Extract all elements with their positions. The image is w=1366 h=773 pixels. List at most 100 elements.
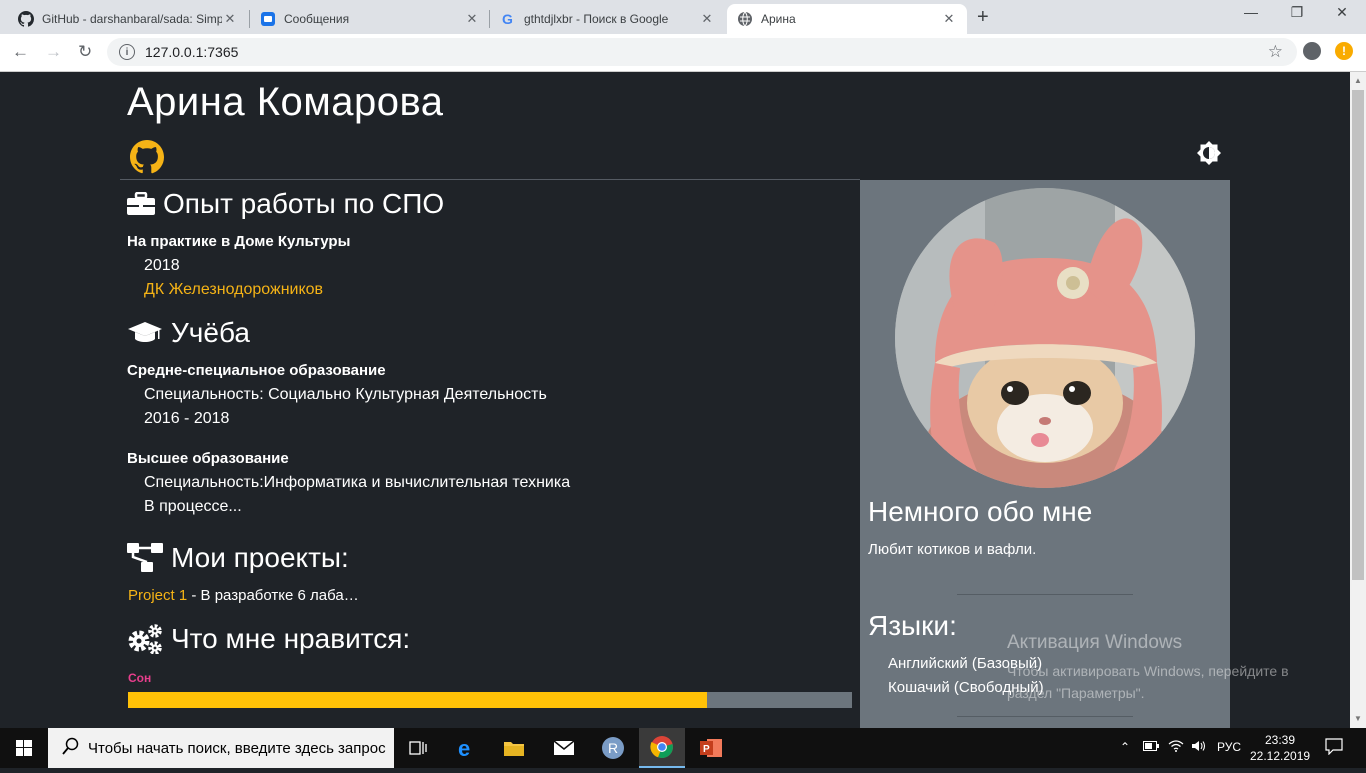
volume-icon[interactable]: [1191, 740, 1207, 755]
sidebar-divider: [957, 594, 1133, 595]
tab-title: GitHub - darshanbaral/sada: Simple: [42, 12, 222, 26]
close-icon[interactable]: ✕: [941, 11, 957, 27]
file-explorer-icon[interactable]: [491, 733, 537, 763]
skill-label: Сон: [128, 671, 152, 685]
battery-icon[interactable]: [1143, 740, 1159, 754]
education-item-heading: Высшее образование: [127, 450, 289, 467]
skill-progress-fill: [128, 692, 708, 708]
page-title: Арина Комарова: [127, 80, 444, 124]
maximize-button[interactable]: ❐: [1282, 4, 1312, 21]
window-close-button[interactable]: ✕: [1327, 4, 1357, 21]
info-icon[interactable]: i: [119, 44, 135, 60]
messages-icon: [260, 11, 276, 27]
education-title: Учёба: [171, 317, 250, 348]
svg-text:e: e: [458, 737, 470, 759]
wifi-icon[interactable]: [1168, 740, 1184, 755]
clock-time: 23:39: [1264, 733, 1296, 747]
show-hidden-icons-chevron-icon[interactable]: ⌃: [1120, 740, 1130, 754]
browser-tab-strip: GitHub - darshanbaral/sada: Simple ✕ Соо…: [0, 0, 1366, 34]
google-icon: G: [500, 11, 516, 27]
close-icon[interactable]: ✕: [222, 11, 238, 27]
about-text: Любит котиков и вафли.: [868, 541, 1037, 558]
reload-button[interactable]: ↻: [78, 42, 92, 62]
search-icon: [62, 737, 80, 759]
tab-title: gthtdjlxbr - Поиск в Google: [524, 12, 669, 26]
mail-icon[interactable]: [541, 733, 587, 763]
likes-title: Что мне нравится:: [171, 623, 411, 654]
update-alert-icon[interactable]: !: [1335, 42, 1353, 60]
bookmark-star-icon[interactable]: ☆: [1268, 42, 1283, 62]
education-item-period: В процессе...: [144, 498, 242, 515]
about-heading: Немного обо мне: [868, 496, 1093, 527]
likes-heading: Что мне нравится:: [127, 623, 410, 655]
new-tab-button[interactable]: +: [977, 6, 989, 29]
education-item-specialty: Специальность: Социально Культурная Деят…: [144, 386, 547, 403]
scroll-down-arrow-icon[interactable]: ▼: [1350, 714, 1366, 723]
forward-button[interactable]: →: [45, 42, 62, 62]
page-scrollbar[interactable]: ▲ ▼: [1350, 72, 1366, 728]
header-divider: [120, 179, 860, 180]
projects-title: Мои проекты:: [171, 542, 349, 573]
tab-title: Арина: [761, 12, 796, 26]
close-icon[interactable]: ✕: [464, 11, 480, 27]
url-text: 127.0.0.1:7365: [145, 44, 239, 60]
education-item-specialty: Специальность:Информатика и вычислительн…: [144, 474, 571, 491]
project-description: - В разработке 6 лаба…: [187, 587, 359, 604]
scrollbar-thumb[interactable]: [1352, 90, 1364, 580]
education-item-period: 2016 - 2018: [144, 410, 230, 427]
cogs-icon: [128, 624, 162, 654]
tab-github[interactable]: GitHub - darshanbaral/sada: Simple ✕: [8, 4, 248, 34]
experience-title: Опыт работы по СПО: [163, 188, 445, 219]
chrome-icon[interactable]: [639, 728, 685, 768]
github-icon: [18, 11, 34, 27]
experience-item-year: 2018: [144, 257, 180, 274]
scroll-up-arrow-icon[interactable]: ▲: [1350, 76, 1366, 85]
close-icon[interactable]: ✕: [699, 11, 715, 27]
projects-heading: Мои проекты:: [127, 542, 349, 574]
watermark-line: Чтобы активировать Windows, перейдите в: [1007, 663, 1289, 679]
globe-icon: [737, 11, 753, 27]
theme-toggle-icon[interactable]: [1196, 140, 1222, 166]
clock-date: 22.12.2019: [1250, 749, 1311, 763]
graduation-cap-icon: [128, 322, 162, 342]
minimize-button[interactable]: —: [1236, 4, 1266, 20]
search-placeholder: Чтобы начать поиск, введите здесь запрос: [88, 739, 386, 757]
experience-heading: Опыт работы по СПО: [127, 188, 444, 220]
education-heading: Учёба: [127, 317, 250, 349]
github-link-icon[interactable]: [130, 140, 165, 174]
svg-text:R: R: [608, 740, 618, 756]
notifications-icon[interactable]: [1325, 737, 1343, 758]
experience-item-place-link[interactable]: ДК Железнодорожников: [144, 281, 323, 299]
account-icon[interactable]: [1303, 42, 1321, 60]
system-clock[interactable]: 23:39 22.12.2019: [1250, 732, 1310, 764]
cat-photo: [895, 188, 1195, 488]
back-button[interactable]: ←: [12, 42, 29, 62]
briefcase-icon: [127, 192, 155, 215]
address-bar[interactable]: i 127.0.0.1:7365 ☆: [107, 38, 1297, 66]
avatar: [895, 188, 1195, 488]
windows-activation-watermark: Активация Windows Чтобы активировать Win…: [1007, 632, 1289, 704]
svg-text:G: G: [502, 11, 513, 27]
education-item-heading: Средне-специальное образование: [127, 362, 386, 379]
start-button[interactable]: [0, 728, 48, 768]
tab-title: Сообщения: [284, 12, 350, 26]
powerpoint-icon[interactable]: P: [688, 733, 734, 763]
svg-text:P: P: [703, 744, 710, 755]
tab-arina[interactable]: Арина ✕: [727, 4, 967, 34]
sitemap-icon: [127, 543, 163, 572]
sidebar-divider: [957, 716, 1133, 717]
tab-messages[interactable]: Сообщения ✕: [250, 4, 490, 34]
task-view-icon[interactable]: [395, 733, 441, 763]
r-app-icon[interactable]: R: [590, 733, 636, 763]
input-language-indicator[interactable]: РУС: [1217, 740, 1241, 754]
skill-progress-bar: [128, 692, 852, 708]
edge-browser-icon[interactable]: e: [444, 733, 490, 763]
project-link[interactable]: Project 1: [128, 587, 187, 604]
page-content: Арина Комарова Опыт работы по СПО На пра…: [0, 72, 1350, 728]
tab-google-search[interactable]: G gthtdjlxbr - Поиск в Google ✕: [490, 4, 725, 34]
taskbar-search-box[interactable]: Чтобы начать поиск, введите здесь запрос: [48, 728, 394, 768]
languages-heading: Языки:: [868, 610, 957, 641]
windows-logo-icon: [16, 740, 32, 756]
watermark-line: раздел "Параметры".: [1007, 685, 1145, 701]
experience-item-heading: На практике в Доме Культуры: [127, 233, 351, 250]
